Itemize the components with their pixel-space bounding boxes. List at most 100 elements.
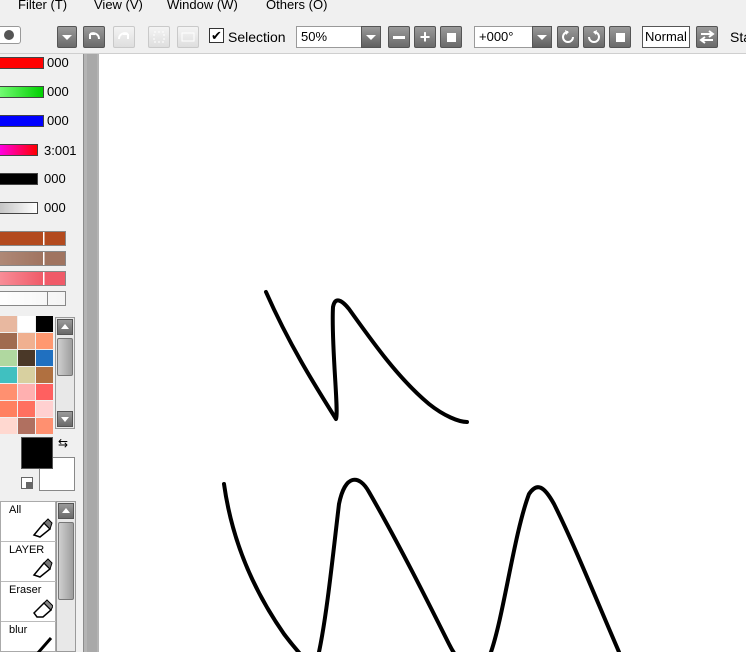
brush-icon — [4, 30, 14, 40]
color-swatch[interactable] — [18, 401, 35, 417]
color-swatch[interactable] — [0, 418, 17, 434]
zoom-select[interactable]: 50% — [296, 26, 362, 48]
color-swatch[interactable] — [36, 384, 53, 400]
red-slider[interactable] — [0, 57, 44, 69]
dropdown-arrow-button[interactable] — [57, 26, 77, 48]
rotate-right-button[interactable] — [583, 26, 605, 48]
color-mix-bar-2[interactable] — [0, 251, 66, 266]
swatch-scrollbar[interactable] — [55, 317, 75, 429]
minus-icon — [393, 35, 405, 39]
tool-label: blur — [9, 624, 28, 636]
color-swatch[interactable] — [18, 384, 35, 400]
tool-scrollbar[interactable] — [56, 501, 76, 652]
zoom-reset-button[interactable] — [440, 26, 462, 48]
value-slider[interactable] — [0, 202, 38, 214]
blue-slider[interactable] — [0, 115, 44, 127]
stroke-lower-right — [489, 485, 621, 652]
redo-button[interactable] — [113, 26, 135, 48]
eraser-icon — [33, 599, 53, 618]
color-swatch[interactable] — [0, 384, 17, 400]
stabilizer-label: Sta — [730, 29, 746, 45]
stroke-lower-middle — [317, 477, 489, 652]
color-swatch[interactable] — [18, 418, 35, 434]
color-swatch[interactable] — [0, 316, 17, 332]
rotation-dropdown-button[interactable] — [532, 26, 552, 48]
color-mix-bar-4[interactable] — [0, 291, 66, 306]
redo-icon — [118, 32, 129, 40]
undo-button[interactable] — [83, 26, 105, 48]
saturation-slider[interactable] — [0, 173, 38, 185]
zoom-dropdown-button[interactable] — [361, 26, 381, 48]
menu-filter[interactable]: Filter (T) — [18, 0, 67, 12]
invert-selection-button[interactable] — [177, 26, 199, 48]
color-swatch[interactable] — [18, 316, 35, 332]
color-swatch[interactable] — [0, 333, 17, 349]
scroll-thumb[interactable] — [57, 338, 73, 376]
color-swatch[interactable] — [36, 350, 53, 366]
tool-item-blur[interactable]: blur — [1, 622, 57, 652]
stop-icon — [446, 32, 456, 42]
blend-mode-select[interactable]: Normal — [642, 26, 690, 48]
green-slider[interactable] — [0, 86, 44, 98]
color-swatches — [0, 316, 53, 434]
chevron-down-icon — [537, 34, 547, 40]
flip-horizontal-icon — [699, 30, 715, 44]
chevron-up-icon — [61, 324, 69, 329]
value-value: 000 — [44, 200, 66, 215]
paint-app-window: Filter (T) View (V) Window (W) Others (O… — [0, 0, 746, 652]
reset-colors-icon[interactable] — [21, 477, 33, 489]
rotation-select[interactable]: +000° — [474, 26, 534, 48]
zoom-in-button[interactable]: + — [414, 26, 436, 48]
stroke-lower-left — [222, 482, 302, 652]
menu-view[interactable]: View (V) — [94, 0, 143, 12]
tool-item-layer[interactable]: LAYER — [1, 542, 57, 582]
color-swatch[interactable] — [36, 316, 53, 332]
toolbar: ✔ Selection 50% + +000° Normal Sta — [0, 16, 746, 54]
stroke-upper — [264, 290, 469, 424]
color-swatch[interactable] — [18, 333, 35, 349]
selection-checkbox[interactable]: ✔ — [209, 28, 224, 43]
tool-item-all[interactable]: All — [1, 502, 57, 542]
tool-item-eraser[interactable]: Eraser — [1, 582, 57, 622]
flip-horizontal-button[interactable] — [696, 26, 718, 48]
brush-preview-button[interactable] — [0, 26, 21, 44]
color-swatch[interactable] — [0, 350, 17, 366]
deselect-icon — [153, 31, 165, 43]
color-mix-marker — [47, 292, 48, 305]
hue-slider[interactable] — [0, 144, 38, 156]
chevron-down-icon — [61, 417, 69, 422]
scroll-up-button[interactable] — [57, 319, 73, 335]
drawing-canvas[interactable] — [99, 54, 746, 652]
zoom-out-button[interactable] — [388, 26, 410, 48]
color-swatch[interactable] — [36, 367, 53, 383]
chevron-down-icon — [62, 34, 72, 40]
blue-value: 000 — [47, 113, 69, 128]
divider-handle[interactable] — [87, 54, 97, 652]
chevron-up-icon — [62, 508, 70, 513]
rotate-left-icon — [562, 30, 574, 43]
deselect-button[interactable] — [148, 26, 170, 48]
menu-bar: Filter (T) View (V) Window (W) Others (O… — [0, 0, 746, 16]
rotate-left-button[interactable] — [557, 26, 579, 48]
menu-others[interactable]: Others (O) — [266, 0, 327, 12]
color-mix-bar-3[interactable] — [0, 271, 66, 286]
rotation-reset-button[interactable] — [609, 26, 631, 48]
scroll-thumb[interactable] — [58, 522, 74, 600]
menu-window[interactable]: Window (W) — [167, 0, 238, 12]
invert-selection-icon — [181, 32, 195, 42]
color-swatch[interactable] — [36, 401, 53, 417]
color-mix-bar-1[interactable] — [0, 231, 66, 246]
scroll-down-button[interactable] — [57, 411, 73, 427]
panel-divider[interactable] — [83, 54, 99, 652]
scroll-up-button[interactable] — [58, 503, 74, 519]
color-swatch[interactable] — [0, 367, 17, 383]
color-swatch[interactable] — [36, 418, 53, 434]
color-swatch[interactable] — [36, 333, 53, 349]
color-swatch[interactable] — [18, 367, 35, 383]
plus-icon: + — [419, 27, 431, 47]
green-value: 000 — [47, 84, 69, 99]
color-swatch[interactable] — [18, 350, 35, 366]
swap-colors-icon[interactable]: ⇆ — [58, 436, 68, 450]
rotate-right-icon — [588, 30, 600, 43]
color-swatch[interactable] — [0, 401, 17, 417]
